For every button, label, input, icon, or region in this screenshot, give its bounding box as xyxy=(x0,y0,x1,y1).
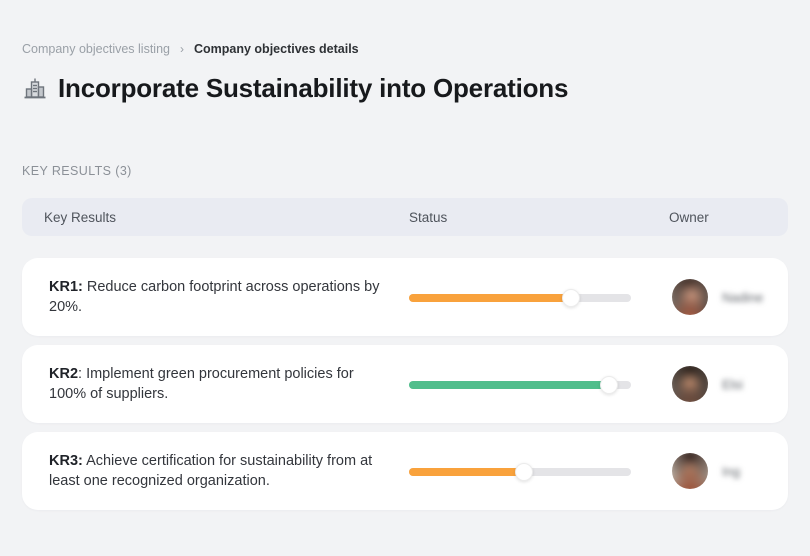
key-result-text: KR3: Achieve certification for sustainab… xyxy=(49,453,373,489)
key-result-text: KR1: Reduce carbon footprint across oper… xyxy=(49,279,380,315)
title-row: Incorporate Sustainability into Operatio… xyxy=(22,73,788,104)
breadcrumb-listing-link[interactable]: Company objectives listing xyxy=(22,42,170,56)
owner-name: Ing xyxy=(722,463,741,479)
breadcrumb-details-current: Company objectives details xyxy=(194,42,359,56)
owner-cell: Nadine xyxy=(669,279,788,315)
key-result-row-3[interactable]: KR3: Achieve certification for sustainab… xyxy=(22,432,788,510)
avatar xyxy=(672,366,708,402)
page: Company objectives listing › Company obj… xyxy=(0,0,810,556)
chevron-right-icon: › xyxy=(180,42,184,56)
key-result-row-2[interactable]: KR2: Implement green procurement policie… xyxy=(22,345,788,423)
column-header-status: Status xyxy=(409,209,448,225)
key-result-text: KR2: Implement green procurement policie… xyxy=(49,366,354,402)
breadcrumb: Company objectives listing › Company obj… xyxy=(22,42,788,56)
status-cell xyxy=(409,463,669,481)
progress-fill xyxy=(409,468,525,476)
progress-fill xyxy=(409,381,609,389)
slider-thumb[interactable] xyxy=(562,289,581,307)
owner-name: Elsi xyxy=(722,376,743,392)
key-results-section-label: KEY RESULTS (3) xyxy=(22,164,132,178)
page-title: Incorporate Sustainability into Operatio… xyxy=(58,73,569,103)
progress-slider[interactable] xyxy=(409,376,631,394)
column-header-owner: Owner xyxy=(669,209,709,225)
key-result-row-1[interactable]: KR1: Reduce carbon footprint across oper… xyxy=(22,258,788,336)
slider-thumb[interactable] xyxy=(515,463,534,481)
column-header-key-results: Key Results xyxy=(44,209,117,225)
owner-name: Nadine xyxy=(722,289,764,305)
status-cell xyxy=(409,289,669,307)
owner-cell: Ing xyxy=(669,453,788,489)
progress-slider[interactable] xyxy=(409,289,631,307)
slider-thumb[interactable] xyxy=(599,376,618,394)
avatar xyxy=(672,453,708,489)
progress-fill xyxy=(409,294,572,302)
avatar xyxy=(672,279,708,315)
progress-slider[interactable] xyxy=(409,463,631,481)
key-results-list: KR1: Reduce carbon footprint across oper… xyxy=(22,258,788,510)
table-header: Key Results Status Owner xyxy=(22,198,788,236)
status-cell xyxy=(409,376,669,394)
owner-cell: Elsi xyxy=(669,366,788,402)
building-icon xyxy=(22,76,48,102)
